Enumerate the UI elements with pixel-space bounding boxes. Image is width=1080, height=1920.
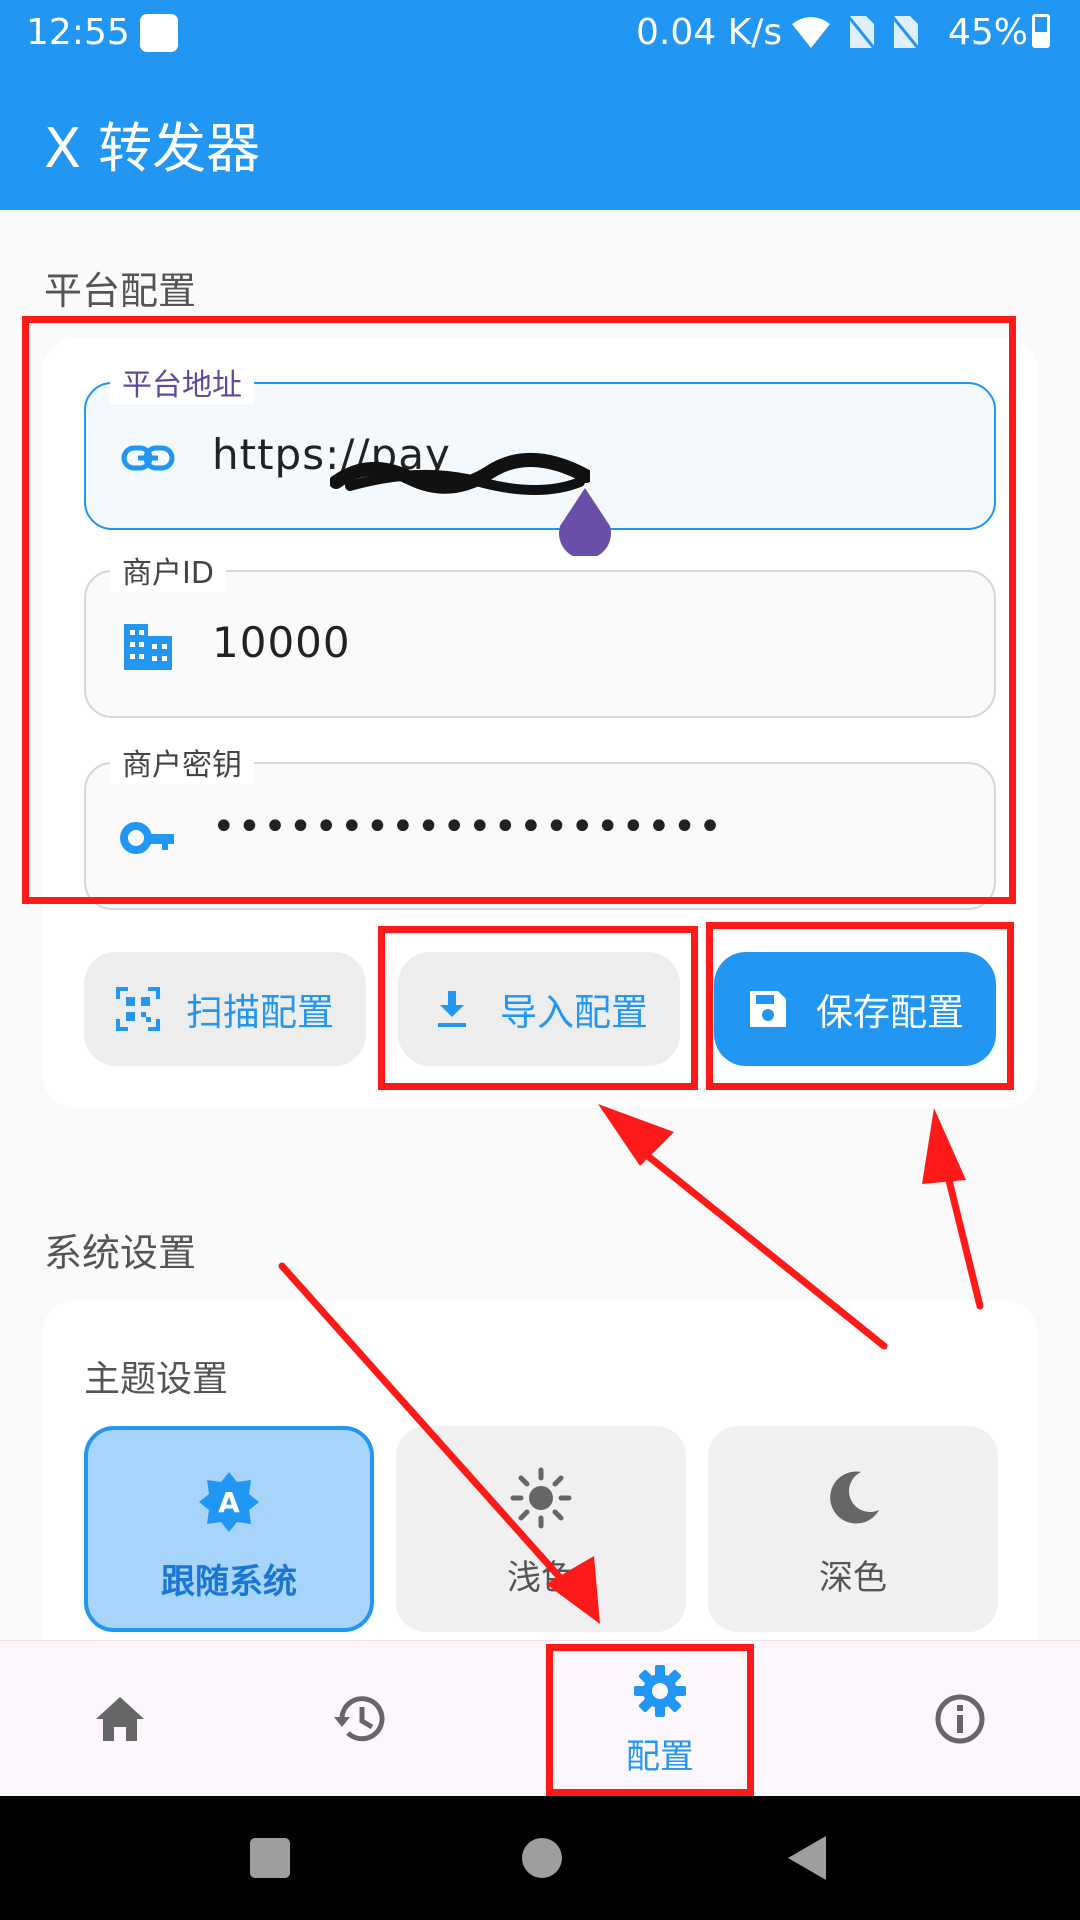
annotation-box-nav-config (546, 1644, 754, 1796)
home-icon (96, 1697, 144, 1741)
theme-label-light: 浅色 (507, 1558, 575, 1598)
no-sim-icon-2 (890, 15, 920, 49)
theme-option-system[interactable]: A 跟随系统 (84, 1426, 374, 1632)
battery-percent: 45% (948, 12, 1029, 53)
status-time: 12:55 (26, 12, 130, 53)
platform-section-title: 平台配置 (44, 269, 197, 313)
app-title: X 转发器 (44, 117, 261, 180)
wifi-icon (792, 17, 830, 48)
moon-icon (830, 1471, 879, 1524)
nav-home[interactable] (20, 1641, 220, 1797)
system-nav-bar (0, 1796, 1080, 1920)
home-button[interactable] (522, 1838, 562, 1878)
back-button[interactable] (788, 1836, 826, 1880)
theme-label-dark: 深色 (819, 1558, 887, 1598)
theme-option-dark[interactable]: 深色 (708, 1426, 998, 1632)
no-sim-icon (846, 15, 876, 49)
nav-history[interactable] (260, 1641, 460, 1797)
notification-icon (140, 14, 178, 52)
annotation-box-save (706, 922, 1014, 1090)
nav-about[interactable] (860, 1641, 1060, 1797)
scan-config-button[interactable]: 扫描配置 (84, 952, 366, 1066)
svg-text:A: A (218, 1486, 240, 1519)
theme-label-system: 跟随系统 (161, 1562, 297, 1602)
info-icon (935, 1694, 985, 1744)
history-icon (334, 1696, 385, 1742)
scan-config-label: 扫描配置 (186, 991, 334, 1034)
theme-settings-title: 主题设置 (84, 1359, 229, 1400)
theme-option-light[interactable]: 浅色 (396, 1426, 686, 1632)
status-net-speed: 0.04 K/s (636, 12, 783, 53)
recents-button[interactable] (250, 1838, 290, 1878)
qr-scan-icon (116, 987, 160, 1031)
status-bar: 12:55 0.04 K/s 45% (0, 0, 1080, 66)
bottom-navigation: 配置 (0, 1640, 1080, 1796)
auto-theme-icon: A (199, 1472, 259, 1532)
annotation-box-import (378, 926, 698, 1090)
annotation-box-fields (22, 316, 1016, 904)
sun-icon (510, 1467, 572, 1529)
system-section-title: 系统设置 (44, 1231, 197, 1275)
battery-icon (1032, 14, 1050, 48)
